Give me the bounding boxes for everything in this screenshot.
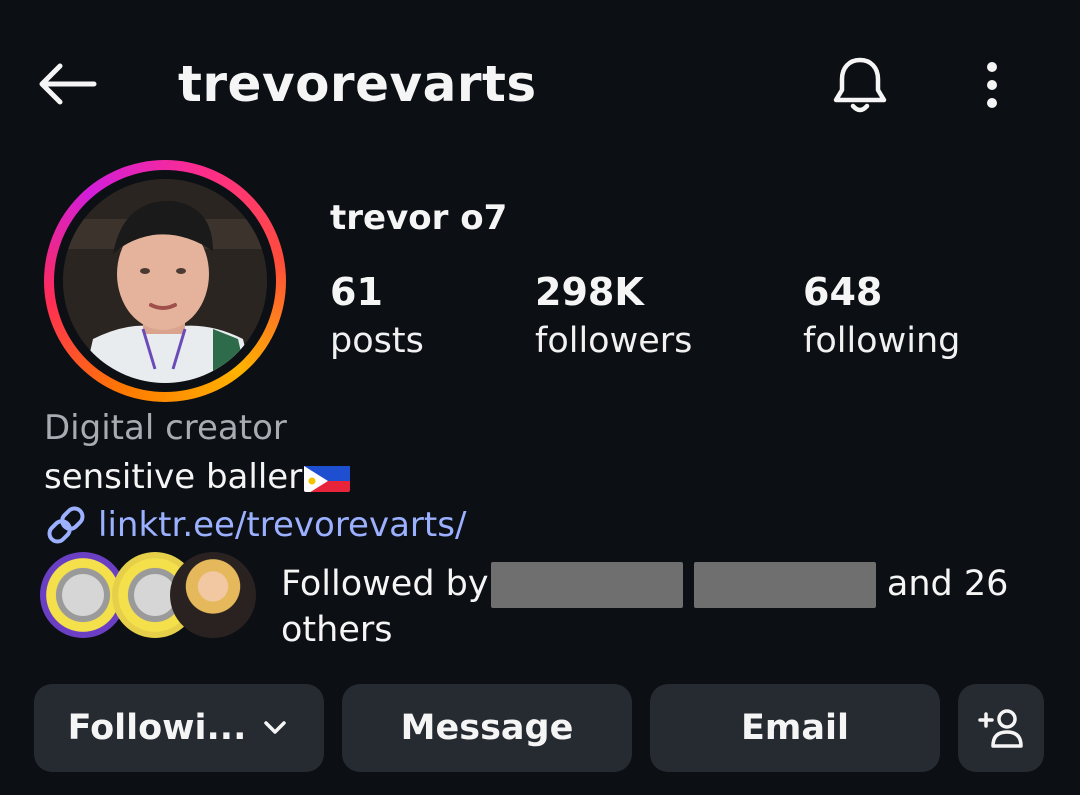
profile-link-text: linktr.ee/trevorevarts/ — [98, 505, 467, 545]
followed-by-others: others — [281, 610, 393, 650]
followed-by-prefix: Followed by — [281, 564, 489, 604]
followed-by-text[interactable]: Followed by and 26 others — [281, 562, 1021, 652]
profile-avatar[interactable] — [63, 179, 267, 383]
profile-link[interactable]: linktr.ee/trevorevarts/ — [44, 502, 466, 548]
profile-username-title: trevorevarts — [178, 55, 537, 113]
stat-following-value: 648 — [803, 270, 883, 314]
philippines-flag-emoji — [304, 462, 351, 492]
stat-followers-value: 298K — [535, 270, 644, 314]
stat-followers-label: followers — [535, 321, 693, 361]
redacted-name-2 — [693, 562, 876, 608]
bio-text: sensitive baller — [44, 457, 303, 497]
more-vertical-icon — [987, 62, 997, 108]
message-button-label: Message — [400, 708, 574, 748]
stat-posts-label: posts — [330, 321, 424, 361]
bell-icon — [833, 57, 887, 113]
more-options-button[interactable] — [968, 52, 1016, 118]
email-button-label: Email — [741, 708, 849, 748]
add-person-icon — [978, 709, 1023, 748]
followed-by-suffix: and 26 — [886, 564, 1009, 604]
stat-posts-value: 61 — [330, 270, 383, 314]
stat-followers[interactable]: 298K followers — [535, 268, 692, 366]
notifications-button[interactable] — [826, 52, 894, 118]
stat-posts[interactable]: 61 posts — [330, 268, 424, 366]
back-button[interactable] — [30, 52, 102, 116]
link-icon — [47, 506, 85, 544]
chevron-down-icon — [264, 721, 287, 734]
stat-following-label: following — [803, 321, 961, 361]
stat-following[interactable]: 648 following — [803, 268, 960, 366]
message-button[interactable]: Message — [342, 684, 632, 772]
profile-category: Digital creator — [44, 408, 287, 448]
following-button-label: Followi... — [67, 708, 247, 748]
redacted-name-1 — [490, 562, 683, 608]
avatar-photo — [63, 179, 267, 383]
arrow-left-icon — [39, 63, 97, 105]
suggested-users-button[interactable] — [958, 684, 1044, 772]
profile-full-name: trevor o7 — [330, 198, 508, 238]
email-button[interactable]: Email — [650, 684, 940, 772]
following-button[interactable]: Followi... — [34, 684, 324, 772]
mutual-avatar-3 — [170, 552, 256, 638]
profile-bio: sensitive baller — [44, 454, 351, 500]
mutual-followers-facepile[interactable] — [40, 548, 260, 648]
